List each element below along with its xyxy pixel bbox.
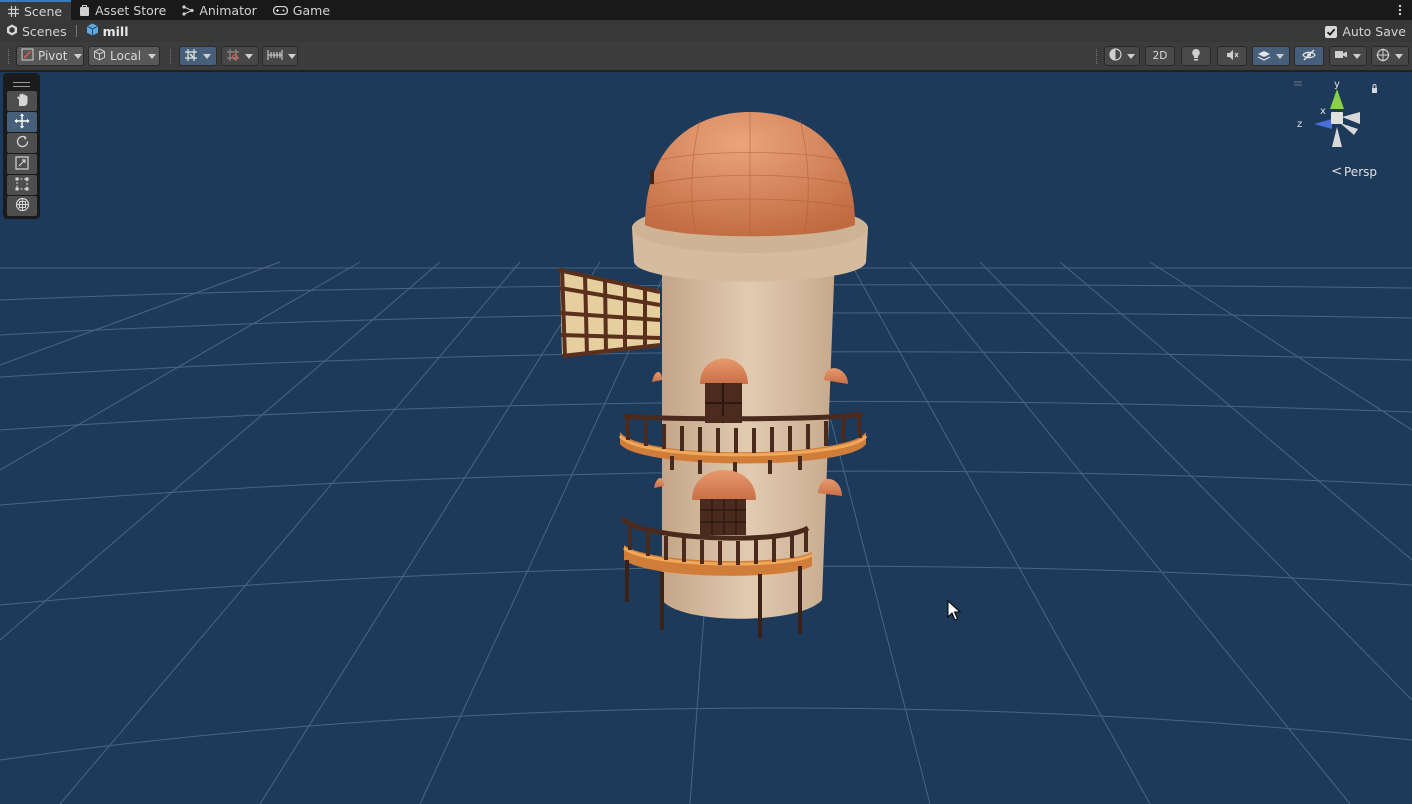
align-tools-dropdown[interactable] <box>262 46 298 66</box>
eye-slash-icon <box>1302 49 1316 64</box>
chevron-down-icon <box>245 53 253 59</box>
grid-snap-icon <box>184 48 198 65</box>
increment-snap-toggle[interactable] <box>221 46 259 66</box>
audio-toggle[interactable] <box>1217 46 1247 66</box>
tab-scene-label: Scene <box>24 3 63 19</box>
camera-settings-dropdown[interactable] <box>1329 46 1367 66</box>
increment-snap-icon <box>226 48 240 65</box>
scale-tool-button[interactable] <box>7 154 37 174</box>
tab-asset-store-label: Asset Store <box>95 2 167 18</box>
scene-render <box>0 112 1412 804</box>
effects-dropdown[interactable] <box>1252 46 1290 66</box>
toolbar-grip <box>1096 49 1098 64</box>
tab-game[interactable]: Game <box>266 0 339 20</box>
speaker-muted-icon <box>1226 49 1239 64</box>
grid-snap-toggle[interactable] <box>179 46 217 66</box>
pivot-icon <box>21 48 34 64</box>
chevron-down-icon <box>203 53 211 59</box>
move-arrows-icon <box>14 113 30 132</box>
tab-animator-label: Animator <box>199 2 257 18</box>
toggle-2d-label: 2D <box>1152 50 1168 62</box>
local-cube-icon <box>93 48 106 64</box>
gamepad-icon <box>272 4 288 16</box>
chevron-down-icon <box>148 53 157 59</box>
camera-icon <box>1334 49 1348 63</box>
editor-tab-bar: Scene Asset Store Animator Game <box>0 0 1412 20</box>
palette-drag-handle[interactable] <box>7 77 36 91</box>
chevron-down-icon <box>1127 53 1135 59</box>
breadcrumb-prefab[interactable]: mill <box>86 23 129 39</box>
perspective-icon <box>1331 165 1342 179</box>
unity-logo-icon <box>6 24 18 39</box>
draw-mode-dropdown[interactable] <box>1104 46 1140 66</box>
axis-z-label: z <box>1297 119 1303 130</box>
effects-layers-icon <box>1257 49 1271 64</box>
toolbar-grip <box>170 49 172 64</box>
pivot-dropdown[interactable]: Pivot <box>16 46 84 66</box>
auto-save-label: Auto Save <box>1342 24 1406 39</box>
scale-icon <box>15 155 29 173</box>
projection-toggle[interactable]: Persp <box>1331 165 1377 179</box>
chevron-down-icon <box>1276 53 1284 59</box>
windmill-sail <box>557 267 661 359</box>
rotate-tool-button[interactable] <box>7 133 37 153</box>
animator-icon <box>182 4 194 16</box>
align-icon <box>267 49 283 64</box>
hand-tool-button[interactable] <box>7 91 37 111</box>
more-options-icon[interactable] <box>1388 0 1412 20</box>
transform-icon <box>15 197 30 215</box>
local-dropdown[interactable]: Local <box>88 46 160 66</box>
lightbulb-icon <box>1190 48 1202 64</box>
prefab-cube-icon <box>86 23 99 39</box>
tab-scene[interactable]: Scene <box>0 0 72 20</box>
scene-viewport[interactable] <box>0 72 1412 804</box>
breadcrumb-scenes-label: Scenes <box>22 23 67 39</box>
toggle-2d-button[interactable]: 2D <box>1145 46 1175 66</box>
auto-save-toggle[interactable]: Auto Save <box>1325 24 1406 39</box>
gizmos-dropdown[interactable] <box>1371 46 1409 66</box>
lighting-toggle[interactable] <box>1181 46 1211 66</box>
chevron-down-icon <box>288 53 296 59</box>
chevron-down-icon <box>74 53 83 59</box>
rect-tool-button[interactable] <box>7 175 37 195</box>
axis-x-label: x <box>1320 106 1326 117</box>
projection-label: Persp <box>1344 165 1377 179</box>
shading-sphere-icon <box>1109 48 1122 64</box>
move-tool-button[interactable] <box>7 112 37 132</box>
tab-asset-store[interactable]: Asset Store <box>71 0 175 20</box>
breadcrumb: Scenes mill Auto Save <box>0 20 1412 42</box>
toolbar-grip <box>8 49 10 64</box>
local-label: Local <box>110 49 142 63</box>
scene-toolbar: Pivot Local 2D <box>0 42 1412 71</box>
tab-animator[interactable]: Animator <box>175 0 265 20</box>
breadcrumb-scenes[interactable]: Scenes <box>6 24 67 39</box>
breadcrumb-separator <box>75 25 77 37</box>
transform-tool-button[interactable] <box>7 196 37 216</box>
auto-save-checkbox[interactable] <box>1325 25 1338 38</box>
rect-transform-icon <box>15 177 29 194</box>
axis-y-label: y <box>1334 79 1340 90</box>
tab-game-label: Game <box>292 2 331 18</box>
rotate-icon <box>15 134 30 152</box>
mouse-cursor-icon <box>947 599 962 625</box>
scene-visibility-toggle[interactable] <box>1294 46 1324 66</box>
chevron-down-icon <box>1353 53 1361 59</box>
tool-palette <box>3 73 40 219</box>
axis-gizmo-icon <box>1294 81 1377 147</box>
breadcrumb-prefab-label: mill <box>102 23 129 39</box>
pivot-label: Pivot <box>38 49 68 63</box>
grid-icon <box>7 5 19 17</box>
bag-icon <box>78 4 90 16</box>
hand-icon <box>15 93 29 110</box>
gizmo-globe-icon <box>1376 48 1390 65</box>
chevron-down-icon <box>1395 53 1403 59</box>
